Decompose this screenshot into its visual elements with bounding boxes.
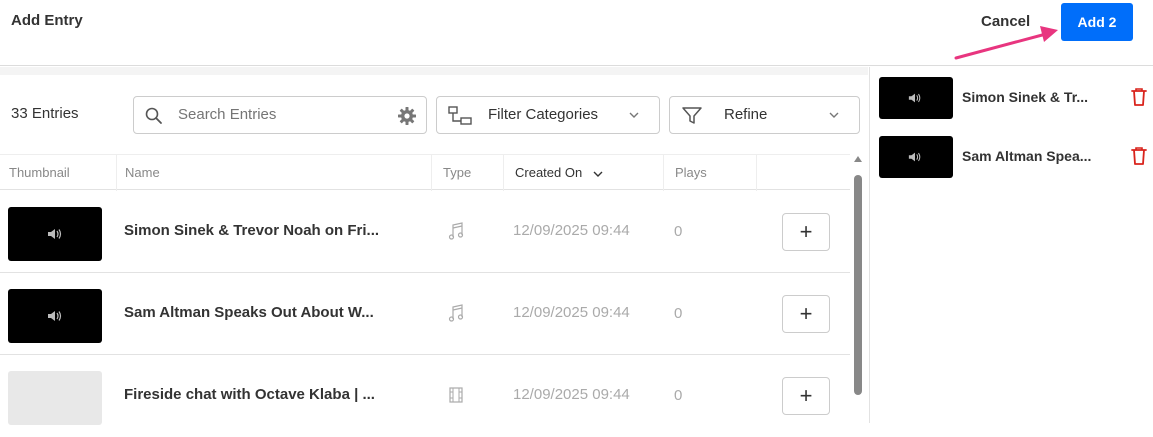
thumbnail [879,77,953,119]
audio-note-icon [448,222,464,240]
scroll-up-arrow-icon[interactable] [854,155,862,163]
add-entry-button[interactable]: + [782,295,830,333]
speaker-icon [908,152,921,162]
plays-value: 0 [674,223,683,240]
selected-entry: Sam Altman Spea... [879,136,1149,180]
entries-panel: 33 Entries Fi [0,67,868,425]
table-row[interactable]: Sam Altman Speaks Out About W... 12/09/2… [0,273,850,355]
gear-icon[interactable] [397,106,417,126]
selected-entries-panel: Simon Sinek & Tr... Sam Altman Spea... [869,67,1153,423]
page-title: Add Entry [11,12,83,29]
chevron-down-icon [629,112,639,118]
column-header-created-on[interactable]: Created On [515,165,604,180]
funnel-icon [682,107,702,124]
thumbnail [8,289,102,343]
chevron-down-icon [829,112,839,118]
table-header: Thumbnail Name Type Created On Plays [0,154,850,191]
column-divider [431,155,432,191]
column-divider [663,155,664,191]
created-on-value: 12/09/2025 09:44 [513,304,630,321]
speaker-icon [48,229,62,239]
arrow-annotation-icon [954,26,1058,60]
entry-name[interactable]: Fireside chat with Octave Klaba | ... [124,386,375,403]
video-film-icon [449,387,463,403]
created-on-value: 12/09/2025 09:44 [513,386,630,403]
refine-label: Refine [724,106,768,123]
thumbnail [8,371,102,425]
refine-dropdown[interactable]: Refine [669,96,860,134]
cancel-button[interactable]: Cancel [981,13,1030,30]
column-divider [756,155,757,191]
created-on-value: 12/09/2025 09:44 [513,222,630,239]
add-button[interactable]: Add 2 [1061,3,1133,41]
panel-band [0,67,868,75]
entries-count: 33 Entries [11,105,79,122]
filter-label: Filter Categories [488,106,599,123]
selected-entry: Simon Sinek & Tr... [879,77,1149,121]
scrollbar[interactable] [852,155,864,423]
column-header-type[interactable]: Type [443,165,471,180]
column-divider [503,155,504,191]
audio-note-icon [448,304,464,322]
search-box[interactable] [133,96,427,134]
thumbnail [8,207,102,261]
scrollbar-thumb[interactable] [854,175,862,395]
column-divider [116,155,117,191]
selected-entry-name: Sam Altman Spea... [962,148,1092,164]
add-entry-button[interactable]: + [782,377,830,415]
table-row[interactable]: Fireside chat with Octave Klaba | ... 12… [0,355,850,437]
speaker-icon [48,311,62,321]
trash-icon[interactable] [1130,146,1148,166]
created-on-label: Created On [515,165,583,180]
dialog-header: Add Entry Cancel Add 2 [0,0,1153,66]
filter-categories-dropdown[interactable]: Filter Categories [436,96,660,134]
search-icon [145,107,162,124]
search-input[interactable] [178,106,378,123]
entry-name[interactable]: Simon Sinek & Trevor Noah on Fri... [124,222,379,239]
plays-value: 0 [674,387,683,404]
add-entry-button[interactable]: + [782,213,830,251]
plays-value: 0 [674,305,683,322]
column-header-name[interactable]: Name [125,165,160,180]
sort-down-icon [593,171,603,177]
table-row[interactable]: Simon Sinek & Trevor Noah on Fri... 12/0… [0,191,850,273]
entry-name[interactable]: Sam Altman Speaks Out About W... [124,304,374,321]
column-header-plays[interactable]: Plays [675,165,707,180]
categories-icon [448,106,472,125]
trash-icon[interactable] [1130,87,1148,107]
speaker-icon [908,93,921,103]
column-header-thumbnail: Thumbnail [9,165,70,180]
selected-entry-name: Simon Sinek & Tr... [962,89,1089,105]
thumbnail [879,136,953,178]
